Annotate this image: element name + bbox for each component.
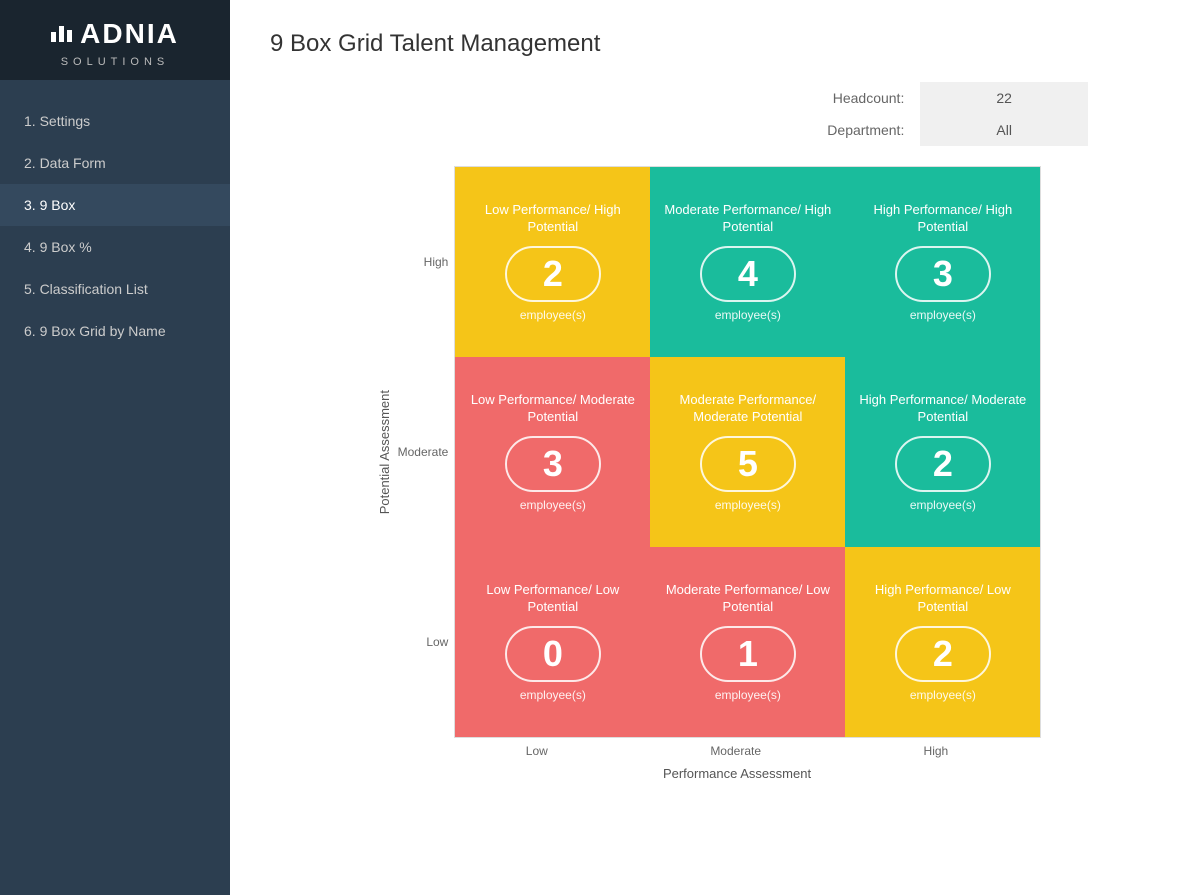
x-tick-low: Low xyxy=(526,744,548,758)
sidebar: ADNIA SOLUTIONS 1. Settings 2. Data Form… xyxy=(0,0,230,895)
box-cell-r2-c1: Moderate Performance/ Low Potential 1 empl… xyxy=(650,547,845,737)
box-title-6: Low Performance/ Low Potential xyxy=(465,582,640,616)
box-cell-r1-c1: Moderate Performance/ Moderate Potential… xyxy=(650,357,845,547)
box-badge-8: 2 xyxy=(895,626,991,682)
box-title-2: High Performance/ High Potential xyxy=(855,202,1030,236)
y-axis-ticks: High Moderate Low xyxy=(398,167,449,737)
main-content: 9 Box Grid Talent Management Headcount: … xyxy=(230,0,1188,895)
y-tick-moderate: Moderate xyxy=(398,357,449,547)
box-count-0: 2 xyxy=(543,256,563,292)
box-employees-1: employee(s) xyxy=(715,308,781,322)
page-title: 9 Box Grid Talent Management xyxy=(270,30,1148,58)
nav-item-9box-name[interactable]: 6. 9 Box Grid by Name xyxy=(0,310,230,352)
box-title-4: Moderate Performance/ Moderate Potential xyxy=(660,392,835,426)
logo-text: ADNIA xyxy=(80,18,179,50)
box-employees-3: employee(s) xyxy=(520,498,586,512)
box-count-2: 3 xyxy=(933,256,953,292)
box-employees-7: employee(s) xyxy=(715,688,781,702)
box-title-1: Moderate Performance/ High Potential xyxy=(660,202,835,236)
box-employees-0: employee(s) xyxy=(520,308,586,322)
box-badge-5: 2 xyxy=(895,436,991,492)
logo-icon: ADNIA xyxy=(51,18,179,50)
sidebar-logo: ADNIA SOLUTIONS xyxy=(0,0,230,80)
nav-item-data-form[interactable]: 2. Data Form xyxy=(0,142,230,184)
box-cell-r1-c2: High Performance/ Moderate Potential 2 emp… xyxy=(845,357,1040,547)
logo-bars-icon xyxy=(51,26,72,42)
box-title-5: High Performance/ Moderate Potential xyxy=(855,392,1030,426)
bar1 xyxy=(51,32,56,42)
headcount-value: 22 xyxy=(920,82,1088,114)
y-tick-high: High xyxy=(398,167,449,357)
box-cell-r1-c0: Low Performance/ Moderate Potential 3 empl… xyxy=(455,357,650,547)
box-count-3: 3 xyxy=(543,446,563,482)
box-count-4: 5 xyxy=(738,446,758,482)
box-title-7: Moderate Performance/ Low Potential xyxy=(660,582,835,616)
box-badge-7: 1 xyxy=(700,626,796,682)
nav-item-classification[interactable]: 5. Classification List xyxy=(0,268,230,310)
y-axis-label: Potential Assessment xyxy=(377,390,392,514)
nav-item-9box-pct[interactable]: 4. 9 Box % xyxy=(0,226,230,268)
grid-with-axes: Potential Assessment High Moderate Low L… xyxy=(377,166,1042,738)
box-employees-2: employee(s) xyxy=(910,308,976,322)
box-badge-4: 5 xyxy=(700,436,796,492)
nine-box-grid: Low Performance/ High Potential 2 employee… xyxy=(454,166,1041,738)
box-count-6: 0 xyxy=(543,636,563,672)
box-title-8: High Performance/ Low Potential xyxy=(855,582,1030,616)
box-employees-8: employee(s) xyxy=(910,688,976,702)
box-badge-1: 4 xyxy=(700,246,796,302)
department-label: Department: xyxy=(768,114,920,146)
department-value: All xyxy=(920,114,1088,146)
x-axis-label: Performance Assessment xyxy=(663,766,811,781)
bar3 xyxy=(67,30,72,42)
logo-subtitle: SOLUTIONS xyxy=(61,56,170,68)
box-badge-3: 3 xyxy=(505,436,601,492)
box-badge-6: 0 xyxy=(505,626,601,682)
box-cell-r0-c1: Moderate Performance/ High Potential 4 emp… xyxy=(650,167,845,357)
nav-item-9box[interactable]: 3. 9 Box xyxy=(0,184,230,226)
box-badge-0: 2 xyxy=(505,246,601,302)
box-employees-4: employee(s) xyxy=(715,498,781,512)
bar2 xyxy=(59,26,64,42)
grid-container: Potential Assessment High Moderate Low L… xyxy=(270,166,1148,781)
x-axis-ticks: Low Moderate High xyxy=(445,744,1030,758)
x-tick-high: High xyxy=(924,744,949,758)
sidebar-nav: 1. Settings 2. Data Form 3. 9 Box 4. 9 B… xyxy=(0,80,230,372)
y-tick-low: Low xyxy=(398,547,449,737)
box-badge-2: 3 xyxy=(895,246,991,302)
nav-item-settings[interactable]: 1. Settings xyxy=(0,100,230,142)
box-cell-r2-c0: Low Performance/ Low Potential 0 employee(… xyxy=(455,547,650,737)
box-title-3: Low Performance/ Moderate Potential xyxy=(465,392,640,426)
box-cell-r0-c0: Low Performance/ High Potential 2 employee… xyxy=(455,167,650,357)
box-count-5: 2 xyxy=(933,446,953,482)
box-cell-r2-c2: High Performance/ Low Potential 2 employee… xyxy=(845,547,1040,737)
box-employees-5: employee(s) xyxy=(910,498,976,512)
box-cell-r0-c2: High Performance/ High Potential 3 employe… xyxy=(845,167,1040,357)
box-count-8: 2 xyxy=(933,636,953,672)
x-tick-moderate: Moderate xyxy=(710,744,761,758)
box-count-1: 4 xyxy=(738,256,758,292)
headcount-label: Headcount: xyxy=(768,82,920,114)
box-employees-6: employee(s) xyxy=(520,688,586,702)
stats-table: Headcount: 22 Department: All xyxy=(768,82,1088,146)
box-title-0: Low Performance/ High Potential xyxy=(465,202,640,236)
box-count-7: 1 xyxy=(738,636,758,672)
